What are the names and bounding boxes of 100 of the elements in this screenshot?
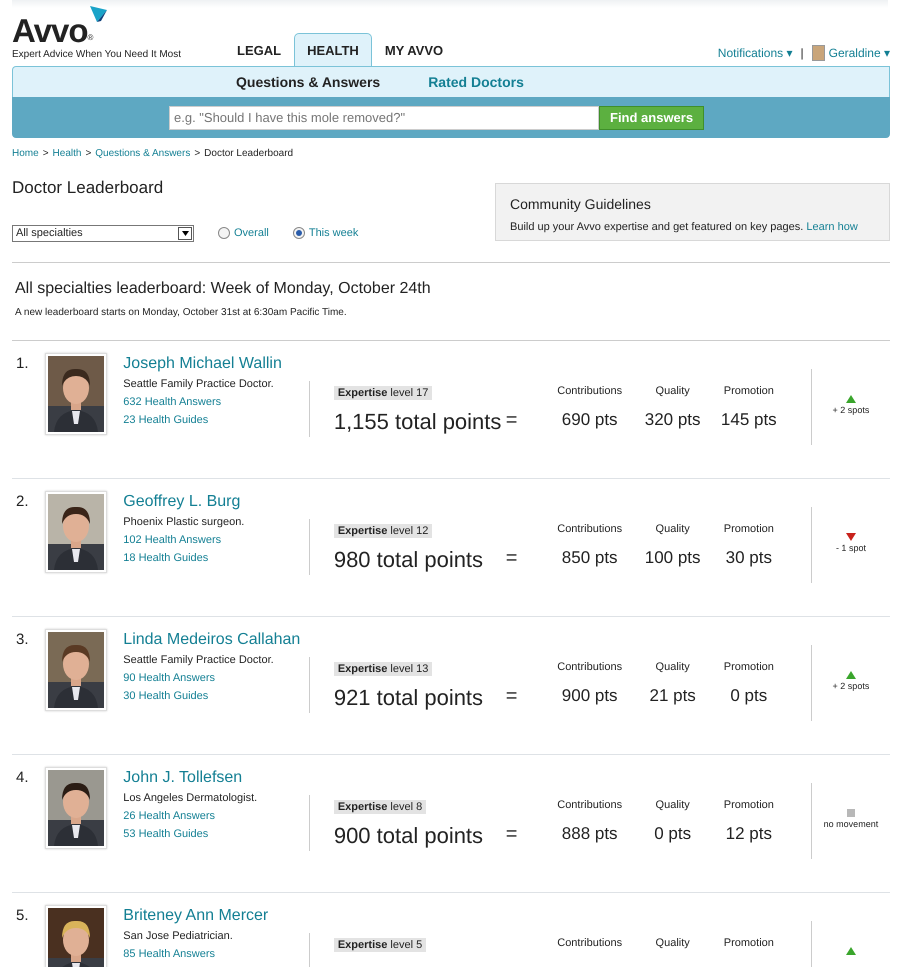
doctor-specialty: Seattle Family Practice Doctor. [123,376,275,392]
find-answers-button[interactable]: Find answers [599,106,704,130]
health-answers-link[interactable]: 85 Health Answers [123,944,309,962]
points-value: 100 pts [644,547,702,569]
breadcrumb-link[interactable]: Health [52,146,82,161]
caret-icon [182,230,188,236]
total-points: 921 total points [334,684,484,712]
learn-how-link[interactable]: Learn how [806,221,858,233]
health-guides-link[interactable]: 23 Health Guides [123,410,309,428]
doctor-specialty: Phoenix Plastic surgeon. [123,514,246,530]
doctor-specialty: Seattle Family Practice Doctor. [123,652,275,668]
points-value: 900 pts [560,685,619,707]
doctor-name-link[interactable]: Geoffrey L. Burg [123,490,309,512]
guidelines-title: Community Guidelines [510,195,652,214]
points-value: 0 pts [729,685,768,707]
points-value: 888 pts [560,823,619,845]
health-guides-link[interactable]: 30 Health Guides [123,686,309,704]
tagline: Expert Advice When You Need It Most [12,48,182,62]
column-label: Contributions [556,522,624,536]
rank-number: 2. [15,492,30,512]
column-label: Contributions [556,660,624,674]
doctor-specialty: San Jose Pediatrician. [123,928,234,944]
nav-tab[interactable]: MY AVVO [372,32,456,66]
radio-label[interactable]: This week [308,224,358,242]
points-value: 320 pts [644,409,702,431]
column-label: Quality [654,522,691,536]
radio-button[interactable] [218,227,230,239]
radio-button[interactable] [292,227,305,239]
total-points: 900 total points [334,822,484,850]
column-label: Promotion [722,660,775,674]
points-value: 21 pts [648,685,697,707]
rank-number: 1. [15,354,30,374]
points-value: 30 pts [724,547,773,569]
equals-sign: = [506,822,518,844]
doctor-name-link[interactable]: Joseph Michael Wallin [123,352,309,374]
column-label: Contributions [556,936,624,950]
rank-number: 4. [15,768,30,788]
search-field[interactable]: e.g. "Should I have this mole removed?" [169,106,599,130]
column-label: Contributions [556,798,624,812]
doctor-name-link[interactable]: Linda Medeiros Callahan [123,628,309,650]
board-title: All specialties leaderboard: Week of Monday, October 24th [15,278,432,298]
movement-label: no movement [824,818,878,830]
expertise-badge: Expertise level 17 [334,386,432,400]
doctor-specialty: Los Angeles Dermatologist. [123,790,258,806]
column-label: Promotion [722,936,775,950]
subnav-link[interactable]: Questions & Answers [236,72,380,92]
column-label: Quality [654,798,691,812]
equals-sign: = [506,546,518,568]
expertise-badge: Expertise level 8 [334,800,426,814]
breadcrumb-link[interactable]: Home [12,146,39,161]
health-guides-link[interactable]: 18 Health Guides [123,548,309,566]
expertise-badge: Expertise level 13 [334,662,432,676]
movement-label: + 2 spots [832,404,870,417]
total-points: 1,155 total points [334,408,502,436]
specialty-dropdown[interactable]: All specialties [12,224,194,242]
doctor-name-link[interactable]: John J. Tollefsen [123,766,309,788]
health-answers-link[interactable]: 26 Health Answers [123,806,309,824]
column-label: Promotion [722,798,775,812]
nav-tab[interactable]: LEGAL [224,32,294,66]
nav-tab[interactable]: HEALTH [294,32,372,66]
expertise-badge: Expertise level 12 [334,524,432,538]
page-title: Doctor Leaderboard [12,177,164,199]
points-value: 0 pts [653,823,692,845]
points-value: 690 pts [560,409,619,431]
expertise-badge: Expertise level 5 [334,938,426,952]
equals-sign: = [506,408,518,430]
radio-label[interactable]: Overall [234,224,269,242]
separator: | [800,45,804,62]
health-answers-link[interactable]: 632 Health Answers [123,392,309,410]
column-label: Contributions [556,384,624,398]
breadcrumb-current: Doctor Leaderboard [204,147,294,161]
notifications-link[interactable]: Notifications ▾ [718,44,792,62]
breadcrumb-link[interactable]: Questions & Answers [95,146,190,161]
user-menu[interactable]: Geraldine ▾ [828,44,890,62]
points-value: 145 pts [720,409,778,431]
column-label: Quality [654,936,691,950]
breadcrumb-separator: > [85,147,92,161]
registered-mark: ® [87,33,94,42]
column-label: Quality [654,384,691,398]
health-answers-link[interactable]: 102 Health Answers [123,530,309,548]
column-label: Promotion [722,384,775,398]
health-answers-link[interactable]: 90 Health Answers [123,668,309,686]
avatar [812,45,825,61]
rank-number: 5. [15,906,30,926]
doctor-name-link[interactable]: Briteney Ann Mercer [123,904,309,926]
column-label: Promotion [722,522,775,536]
health-guides-link[interactable]: 53 Health Guides [123,824,309,842]
column-label: Quality [654,660,691,674]
subnav-link[interactable]: Rated Doctors [428,72,524,92]
movement-label: - 1 spot [836,542,866,555]
equals-sign: = [506,684,518,706]
logo[interactable]: Avvo [12,14,88,47]
breadcrumb-separator: > [194,147,200,161]
movement-label: + 2 spots [832,680,870,693]
rank-number: 3. [15,630,30,650]
total-points: 980 total points [334,546,484,574]
board-note: A new leaderboard starts on Monday, October 31st at 6:30am Pacific Time. [15,306,348,320]
points-value: 850 pts [560,547,619,569]
guidelines-text: Build up your Avvo expertise and get featured on key pages. Learn how [510,220,859,235]
breadcrumb-separator: > [42,147,49,161]
